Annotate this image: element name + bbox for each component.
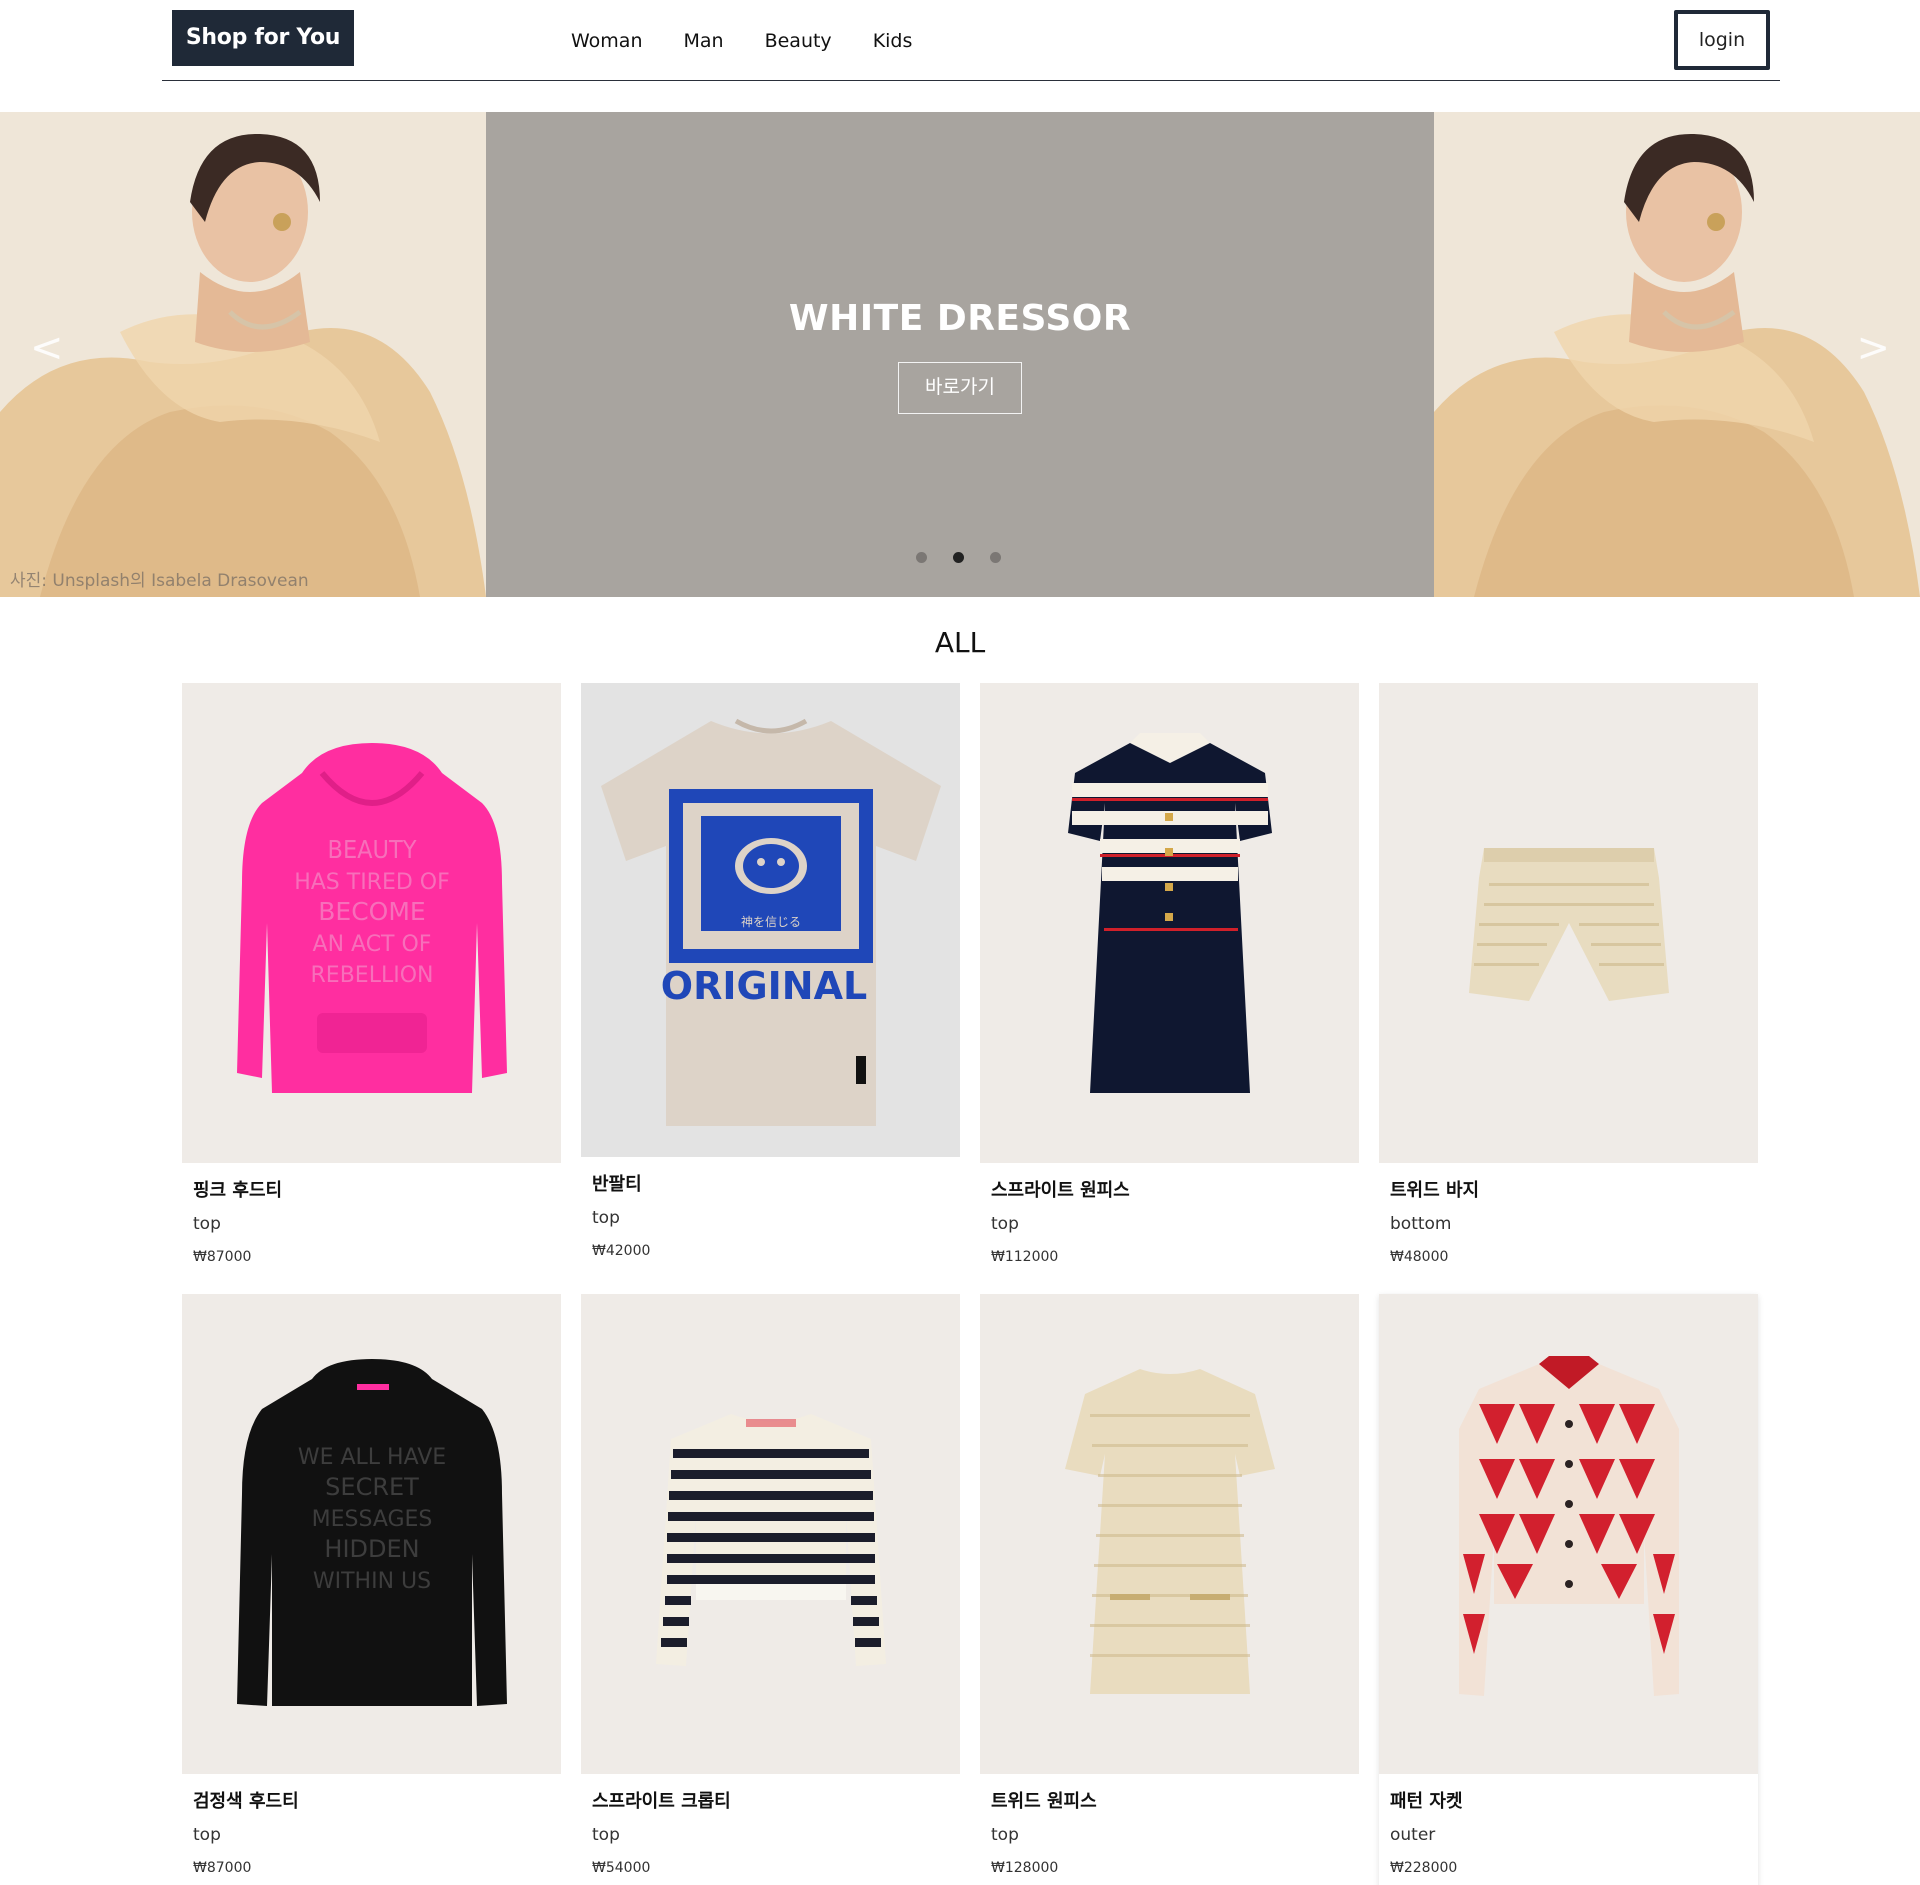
main-nav: Woman Man Beauty Kids xyxy=(571,26,953,56)
pattern-jacket-image xyxy=(1459,1356,1679,1696)
product-card[interactable]: WE ALL HAVE SECRET MESSAGES HIDDEN WITHI… xyxy=(182,1294,561,1876)
product-card[interactable]: 神を信じる ORIGINAL 반팔티 top ₩42000 xyxy=(581,683,960,1259)
site-logo[interactable]: Shop for You xyxy=(172,10,354,66)
hoodie-print-line: BECOME xyxy=(318,897,425,926)
hoodie-print-line: WITHIN US xyxy=(313,1569,431,1594)
hero-slide-active: WHITE DRESSOR 바로가기 xyxy=(486,112,1434,597)
product-image[interactable]: WE ALL HAVE SECRET MESSAGES HIDDEN WITHI… xyxy=(182,1294,561,1774)
product-image[interactable] xyxy=(1379,683,1758,1163)
hoodie-print-line: HIDDEN xyxy=(324,1535,419,1563)
nav-item-woman[interactable]: Woman xyxy=(571,26,643,56)
product-category: top xyxy=(193,1825,221,1845)
site-header: Shop for You Woman Man Beauty Kids login xyxy=(162,0,1780,81)
carousel-dot-3[interactable] xyxy=(990,552,1001,563)
product-name[interactable]: 핑크 후드티 xyxy=(193,1176,561,1202)
nav-item-man[interactable]: Man xyxy=(684,26,724,56)
product-image[interactable] xyxy=(980,683,1359,1163)
product-image[interactable] xyxy=(980,1294,1359,1774)
model-photo xyxy=(0,112,486,597)
hoodie-print-line: MESSAGES xyxy=(312,1507,433,1532)
product-price: ₩128000 xyxy=(991,1860,1059,1876)
nav-item-beauty[interactable]: Beauty xyxy=(765,26,832,56)
product-image[interactable] xyxy=(581,1294,960,1774)
product-category: outer xyxy=(1390,1825,1436,1845)
product-price: ₩54000 xyxy=(592,1860,651,1876)
product-card[interactable]: 스프라이트 크롭티 top ₩54000 xyxy=(581,1294,960,1876)
hero-cta-button[interactable]: 바로가기 xyxy=(898,362,1022,414)
product-price: ₩87000 xyxy=(193,1249,252,1265)
product-price: ₩87000 xyxy=(193,1860,252,1876)
product-name[interactable]: 패턴 자켓 xyxy=(1390,1787,1758,1813)
product-card[interactable]: BEAUTY HAS TIRED OF BECOME AN ACT OF REB… xyxy=(182,683,561,1265)
product-category: top xyxy=(592,1208,620,1228)
black-hoodie-image: WE ALL HAVE SECRET MESSAGES HIDDEN WITHI… xyxy=(237,1359,507,1706)
section-title: ALL xyxy=(934,626,986,659)
tweed-shorts-image xyxy=(1469,848,1669,1001)
carousel-prev-icon[interactable]: < xyxy=(30,328,64,368)
product-card[interactable]: 트위드 원피스 top ₩128000 xyxy=(980,1294,1359,1876)
product-image[interactable] xyxy=(1379,1294,1758,1774)
hero-carousel: 사진: Unsplash의 Isabela Drasovean WHITE DR… xyxy=(0,112,1920,597)
product-category: top xyxy=(991,1825,1019,1845)
login-button[interactable]: login xyxy=(1674,10,1770,70)
graphic-tshirt-image: 神を信じる ORIGINAL xyxy=(601,718,941,1126)
hoodie-print-line: AN ACT OF xyxy=(313,932,432,957)
product-price: ₩42000 xyxy=(592,1243,651,1259)
product-name[interactable]: 트위드 바지 xyxy=(1390,1176,1758,1202)
striped-dress-image xyxy=(1068,733,1272,1093)
product-card[interactable]: 패턴 자켓 outer ₩228000 xyxy=(1379,1294,1758,1885)
carousel-next-icon[interactable]: > xyxy=(1856,328,1890,368)
product-category: top xyxy=(991,1214,1019,1234)
product-price: ₩228000 xyxy=(1390,1860,1458,1876)
hoodie-print-line: BEAUTY xyxy=(328,835,417,864)
product-image[interactable]: BEAUTY HAS TIRED OF BECOME AN ACT OF REB… xyxy=(182,683,561,1163)
product-name[interactable]: 스프라이트 원피스 xyxy=(991,1176,1359,1202)
tshirt-print-text: ORIGINAL xyxy=(661,964,867,1008)
hoodie-print-line: REBELLION xyxy=(311,963,434,988)
product-name[interactable]: 스프라이트 크롭티 xyxy=(592,1787,960,1813)
hoodie-print-line: HAS TIRED OF xyxy=(294,870,450,895)
product-card[interactable]: 트위드 바지 bottom ₩48000 xyxy=(1379,683,1758,1265)
tshirt-print-subtext: 神を信じる xyxy=(741,915,801,929)
product-price: ₩112000 xyxy=(991,1249,1059,1265)
product-price: ₩48000 xyxy=(1390,1249,1449,1265)
hero-title: WHITE DRESSOR xyxy=(788,298,1132,339)
model-photo xyxy=(1434,112,1920,597)
product-card[interactable]: 스프라이트 원피스 top ₩112000 xyxy=(980,683,1359,1265)
carousel-dot-2[interactable] xyxy=(953,552,964,563)
hero-slide-photo-left: 사진: Unsplash의 Isabela Drasovean xyxy=(0,112,486,597)
photo-credit: 사진: Unsplash의 Isabela Drasovean xyxy=(10,571,309,591)
carousel-dot-1[interactable] xyxy=(916,552,927,563)
nav-item-kids[interactable]: Kids xyxy=(873,26,913,56)
product-name[interactable]: 반팔티 xyxy=(592,1170,960,1196)
product-category: bottom xyxy=(1390,1214,1452,1234)
product-category: top xyxy=(592,1825,620,1845)
pink-hoodie-image: BEAUTY HAS TIRED OF BECOME AN ACT OF REB… xyxy=(237,743,507,1093)
tweed-dress-image xyxy=(1065,1369,1275,1694)
carousel-pagination xyxy=(916,552,1001,563)
striped-crop-sweater-image xyxy=(656,1414,886,1666)
hoodie-print-line: WE ALL HAVE xyxy=(298,1445,446,1470)
product-name[interactable]: 트위드 원피스 xyxy=(991,1787,1359,1813)
product-image[interactable]: 神を信じる ORIGINAL xyxy=(581,683,960,1157)
product-name[interactable]: 검정색 후드티 xyxy=(193,1787,561,1813)
hoodie-print-line: SECRET xyxy=(325,1473,419,1501)
product-category: top xyxy=(193,1214,221,1234)
hero-slide-photo-right xyxy=(1434,112,1920,597)
